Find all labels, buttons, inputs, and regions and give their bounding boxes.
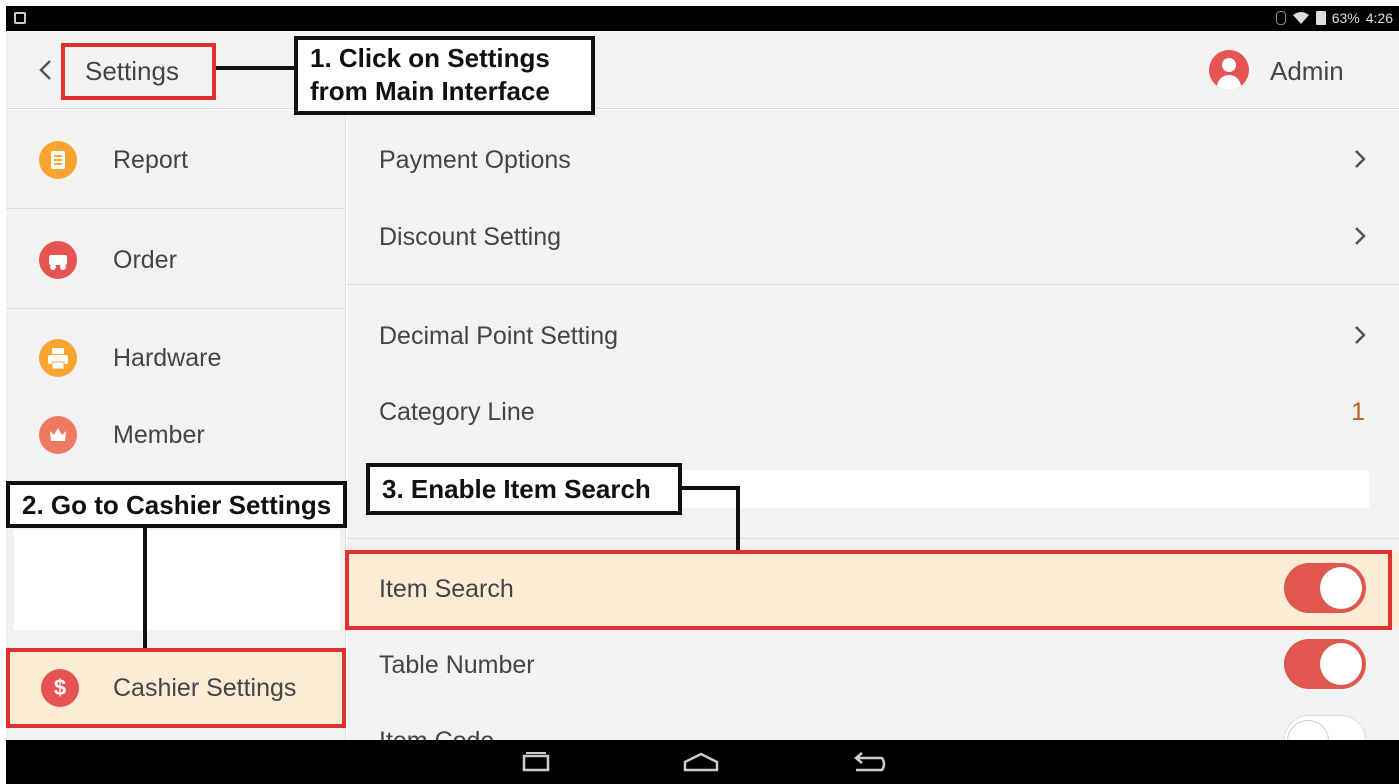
- chevron-right-icon: [1355, 326, 1366, 344]
- row-label: Payment Options: [379, 146, 571, 174]
- row-label: Discount Setting: [379, 223, 562, 251]
- table-number-toggle[interactable]: [1284, 639, 1366, 689]
- chevron-right-icon: [1355, 150, 1366, 168]
- chevron-right-icon: [1355, 227, 1366, 245]
- callout-step-1: 1. Click on Settings from Main Interface: [294, 36, 595, 115]
- callout-connector: [736, 486, 740, 550]
- highlight-settings-title: [61, 43, 216, 100]
- sidebar-item-label: Member: [113, 421, 205, 449]
- row-discount-setting[interactable]: Discount Setting: [347, 199, 1399, 275]
- sidebar-item-order[interactable]: Order: [6, 212, 346, 308]
- callout-step-2: 2. Go to Cashier Settings: [6, 481, 347, 528]
- recent-apps-icon[interactable]: [518, 750, 554, 774]
- status-right: 63% 4:26: [1275, 10, 1393, 26]
- sidebar-item-label: Order: [113, 246, 177, 274]
- row-label: Category Line: [379, 398, 535, 426]
- status-bar: 63% 4:26: [6, 6, 1399, 31]
- divider: [347, 284, 1399, 285]
- highlight-item-search: [345, 550, 1392, 630]
- callout-text: 1. Click on Settings: [310, 43, 550, 73]
- printer-icon: [39, 339, 77, 377]
- battery-level: 63%: [1331, 10, 1360, 26]
- sidebar-item-report[interactable]: Report: [6, 112, 346, 208]
- back-icon[interactable]: [848, 750, 888, 774]
- row-payment-options[interactable]: Payment Options: [347, 122, 1399, 198]
- report-icon: [39, 141, 77, 179]
- row-label: Decimal Point Setting: [379, 322, 619, 350]
- clock: 4:26: [1365, 10, 1393, 26]
- row-decimal-point-setting[interactable]: Decimal Point Setting: [347, 298, 1399, 374]
- home-icon[interactable]: [681, 750, 721, 774]
- battery-icon: [1315, 11, 1326, 25]
- callout-text: 2. Go to Cashier Settings: [22, 490, 332, 520]
- sidebar-item-label: Report: [113, 146, 189, 174]
- notification-icon: [14, 12, 26, 24]
- wifi-icon: [1292, 12, 1309, 24]
- back-chevron-icon[interactable]: [38, 59, 54, 81]
- callout-text: 3. Enable Item Search: [382, 474, 651, 504]
- user-name[interactable]: Admin: [1270, 56, 1344, 87]
- sidebar-blank-area: [14, 530, 340, 630]
- callout-text: from Main Interface: [310, 76, 550, 106]
- settings-panel: Payment Options Discount Setting Decimal…: [347, 110, 1399, 765]
- user-avatar-icon[interactable]: [1209, 50, 1249, 90]
- sidebar-item-label: Hardware: [113, 344, 222, 372]
- divider: [347, 538, 1399, 539]
- callout-connector: [680, 486, 740, 490]
- system-nav-bar: [6, 740, 1399, 784]
- highlight-cashier-settings: [6, 648, 346, 728]
- row-table-number[interactable]: Table Number: [347, 627, 1399, 703]
- row-category-line[interactable]: Category Line 1: [347, 374, 1399, 450]
- divider: [6, 308, 346, 309]
- sidebar: Report Order Hardware Member: [6, 110, 346, 741]
- divider: [6, 208, 346, 209]
- bluetooth-icon: [1275, 11, 1286, 25]
- sidebar-item-member[interactable]: Member: [6, 390, 346, 486]
- callout-connector: [216, 66, 296, 70]
- order-icon: [39, 241, 77, 279]
- row-value: 1: [1351, 398, 1365, 426]
- row-label: Table Number: [379, 651, 535, 679]
- callout-connector: [143, 528, 147, 648]
- callout-step-3: 3. Enable Item Search: [366, 463, 682, 515]
- member-crown-icon: [39, 416, 77, 454]
